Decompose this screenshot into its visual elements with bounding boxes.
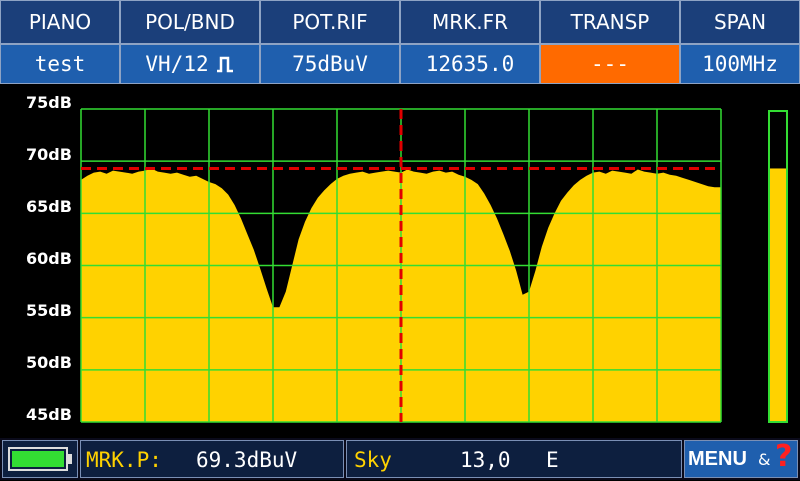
marker-power-label: MRK.P: xyxy=(86,448,162,472)
battery-box xyxy=(2,440,78,478)
satellite-position: 13,0 xyxy=(460,448,511,472)
marker-power-value: 69.3dBuV xyxy=(196,448,298,472)
level-bar-fill xyxy=(770,168,786,421)
satellite-direction: E xyxy=(546,448,559,472)
satellite-box xyxy=(346,440,682,478)
menu-amp: & xyxy=(758,450,771,469)
menu-button[interactable]: MENU & ? xyxy=(684,439,798,478)
menu-label: MENU xyxy=(688,448,747,470)
battery-icon xyxy=(8,447,72,471)
help-icon[interactable]: ? xyxy=(775,439,792,474)
satellite-name: Sky xyxy=(354,448,392,472)
spectrum-chart[interactable] xyxy=(0,0,800,480)
